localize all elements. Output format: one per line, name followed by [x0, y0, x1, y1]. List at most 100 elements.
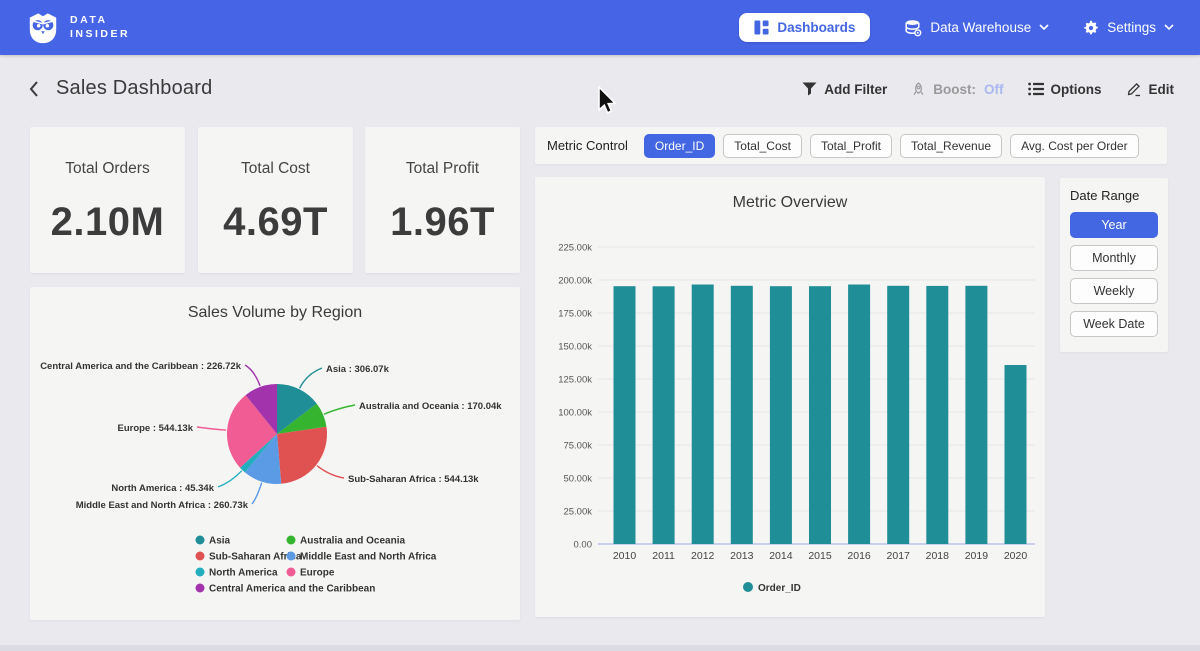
- sales-volume-pie-chart[interactable]: Asia : 306.07k Australia and Oceania : 17…: [30, 287, 520, 620]
- settings-menu[interactable]: Settings: [1083, 20, 1174, 36]
- legend-dot-asia: [196, 536, 205, 545]
- kpi-card-total-orders: Total Orders 2.10M: [30, 127, 185, 273]
- owl-logo-icon: [26, 11, 60, 45]
- legend-dot-middle-east-and-north-africa: [287, 552, 296, 561]
- bar-chart-card: Metric Overview 225.00k200.00k175.00k150…: [535, 177, 1045, 617]
- pie-label-middle-east-and-north-africa: Middle East and North Africa : 260.73k: [76, 500, 249, 511]
- date-range-option-week-date[interactable]: Week Date: [1070, 311, 1158, 337]
- dashboards-button[interactable]: Dashboards: [739, 13, 870, 42]
- dashboards-label: Dashboards: [777, 20, 855, 35]
- metric-button-group: Order_ID Total_Cost Total_Profit Total_Reve…: [644, 134, 1139, 158]
- bar-2012[interactable]: [692, 285, 714, 545]
- legend-label-middle-east-and-north-africa: Middle East and North Africa: [300, 552, 437, 563]
- y-tick-label: 200.00k: [558, 276, 592, 287]
- metric-option-total-cost[interactable]: Total_Cost: [723, 134, 802, 158]
- edit-button[interactable]: Edit: [1126, 81, 1175, 97]
- add-filter-button[interactable]: Add Filter: [802, 82, 887, 97]
- legend-label-australia-and-oceania: Australia and Oceania: [300, 536, 405, 547]
- legend-dot-australia-and-oceania: [287, 536, 296, 545]
- pie-leader-line: [245, 365, 260, 386]
- x-tick-label: 2015: [808, 550, 832, 562]
- legend-label-central-america-and-the-caribbean: Central America and the Caribbean: [209, 584, 375, 595]
- rocket-icon: [911, 82, 926, 97]
- filter-funnel-icon: [802, 82, 817, 96]
- bar-2018[interactable]: [926, 286, 948, 544]
- y-tick-label: 225.00k: [558, 243, 592, 254]
- pie-label-australia-and-oceania: Australia and Oceania : 170.04k: [359, 401, 502, 412]
- y-tick-label: 100.00k: [558, 408, 592, 419]
- bar-2010[interactable]: [614, 286, 636, 544]
- bar-2017[interactable]: [887, 286, 909, 544]
- x-tick-label: 2011: [652, 550, 675, 562]
- pie-leader-line: [218, 471, 242, 487]
- legend-dot-sub-saharan-africa: [196, 552, 205, 561]
- pie-label-europe: Europe : 544.13k: [117, 423, 193, 434]
- metric-overview-bar-chart[interactable]: 225.00k200.00k175.00k150.00k125.00k100.0…: [535, 177, 1045, 617]
- pie-label-central-america-and-the-caribbean: Central America and the Caribbean : 226.…: [40, 361, 242, 372]
- pencil-edit-icon: [1126, 81, 1142, 97]
- data-warehouse-label: Data Warehouse: [930, 20, 1031, 35]
- x-tick-label: 2010: [613, 550, 637, 562]
- brand-name: DATA INSIDER: [70, 14, 130, 41]
- metric-option-order-id[interactable]: Order_ID: [644, 134, 715, 158]
- kpi-value: 1.96T: [365, 200, 520, 245]
- bottom-edge: [0, 645, 1200, 651]
- legend-dot-europe: [287, 568, 296, 577]
- pie-slice-sub-saharan-africa[interactable]: [277, 427, 327, 484]
- pie-leader-line: [324, 405, 355, 414]
- kpi-value: 4.69T: [198, 200, 353, 245]
- legend-label-europe: Europe: [300, 568, 335, 579]
- kpi-card-total-profit: Total Profit 1.96T: [365, 127, 520, 273]
- page-title: Sales Dashboard: [56, 77, 212, 100]
- pie-leader-line: [252, 483, 262, 504]
- pie-label-sub-saharan-africa: Sub-Saharan Africa : 544.13k: [348, 474, 479, 485]
- metric-option-total-profit[interactable]: Total_Profit: [810, 134, 892, 158]
- legend-dot-north-america: [196, 568, 205, 577]
- bar-2019[interactable]: [965, 286, 987, 544]
- x-tick-label: 2018: [926, 550, 950, 562]
- metric-option-total-revenue[interactable]: Total_Revenue: [900, 134, 1002, 158]
- boost-status: Off: [984, 82, 1004, 97]
- kpi-value: 2.10M: [30, 200, 185, 245]
- x-tick-label: 2013: [730, 550, 754, 562]
- kpi-label: Total Orders: [30, 160, 185, 178]
- date-range-option-monthly[interactable]: Monthly: [1070, 245, 1158, 271]
- list-options-icon: [1028, 82, 1044, 96]
- pie-leader-line: [300, 368, 322, 388]
- x-tick-label: 2017: [887, 550, 911, 562]
- bar-2015[interactable]: [809, 286, 831, 544]
- date-range-label: Date Range: [1070, 188, 1158, 203]
- pie-chart-card: Sales Volume by Region Asia : 306.07kAus…: [30, 287, 520, 620]
- metric-option-avg-cost-per-order[interactable]: Avg. Cost per Order: [1010, 134, 1139, 158]
- y-tick-label: 0.00: [574, 540, 593, 551]
- pie-leader-line: [197, 427, 226, 430]
- data-warehouse-menu[interactable]: Data Warehouse: [904, 19, 1049, 37]
- bar-2016[interactable]: [848, 285, 870, 545]
- brand: DATA INSIDER: [26, 11, 130, 45]
- date-range-panel: Date Range Year Monthly Weekly Week Date: [1060, 178, 1168, 352]
- y-tick-label: 50.00k: [563, 474, 592, 485]
- chevron-left-icon: [28, 80, 40, 98]
- mouse-cursor: [598, 86, 620, 116]
- options-button[interactable]: Options: [1028, 82, 1102, 97]
- date-range-button-group: Year Monthly Weekly Week Date: [1070, 212, 1158, 337]
- bar-2014[interactable]: [770, 286, 792, 544]
- bar-2011[interactable]: [653, 286, 675, 544]
- bar-2013[interactable]: [731, 286, 753, 544]
- date-range-option-year[interactable]: Year: [1070, 212, 1158, 238]
- bar-legend-label: Order_ID: [758, 583, 801, 594]
- x-tick-label: 2020: [1004, 550, 1028, 562]
- y-tick-label: 125.00k: [558, 375, 592, 386]
- top-nav: DATA INSIDER Dashboards Data Warehouse: [0, 0, 1200, 55]
- kpi-label: Total Cost: [198, 160, 353, 178]
- pie-label-north-america: North America : 45.34k: [111, 483, 214, 494]
- x-tick-label: 2014: [769, 550, 793, 562]
- bar-legend-dot: [743, 582, 753, 592]
- dashboards-grid-icon: [754, 20, 769, 35]
- boost-toggle[interactable]: Boost:Off: [911, 82, 1003, 97]
- back-button[interactable]: [28, 80, 40, 98]
- date-range-option-weekly[interactable]: Weekly: [1070, 278, 1158, 304]
- kpi-card-total-cost: Total Cost 4.69T: [198, 127, 353, 273]
- pie-label-asia: Asia : 306.07k: [326, 364, 390, 375]
- bar-2020[interactable]: [1005, 365, 1027, 544]
